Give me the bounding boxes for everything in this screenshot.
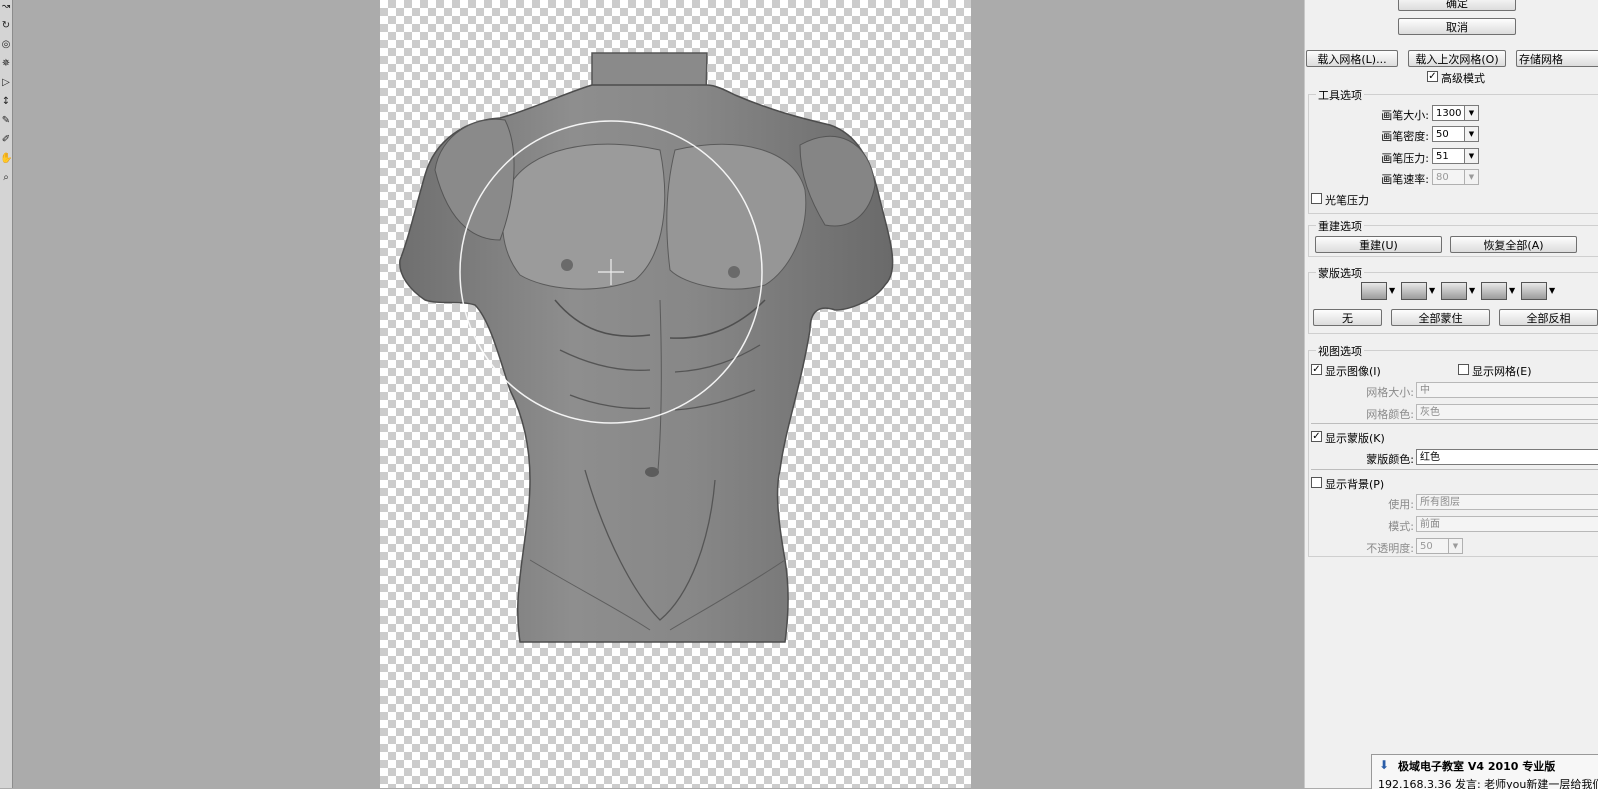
show-mesh-label: 显示网格(E) [1472, 365, 1532, 378]
mask-none-button[interactable]: 无 [1313, 309, 1382, 326]
liquify-toolbox: ↝ ↻ ◎ ✵ ▷ ↕ ✎ ✐ ✋ ⌕ [0, 0, 13, 788]
torso-image [399, 52, 894, 643]
mesh-size-value: 中 [1420, 385, 1430, 396]
mask-options-title: 蒙版选项 [1316, 265, 1364, 281]
stylus-pressure-checkbox[interactable] [1311, 193, 1322, 204]
mask-all-button[interactable]: 全部蒙住 [1391, 309, 1490, 326]
mesh-color-label: 网格颜色: [1366, 408, 1414, 421]
chevron-down-icon: ▼ [1448, 539, 1462, 553]
pucker-tool-icon[interactable]: ◎ [0, 38, 12, 52]
show-image-label: 显示图像(I) [1325, 365, 1381, 378]
reconstruct-options-title: 重建选项 [1316, 218, 1364, 234]
advanced-mode-label: 高级模式 [1441, 72, 1485, 85]
use-label: 使用: [1388, 498, 1414, 511]
brush-size-combo[interactable]: 1300 ▼ [1432, 105, 1479, 121]
brush-rate-value: 80 [1436, 172, 1449, 183]
mode-value: 前面 [1420, 519, 1440, 530]
save-mesh-button[interactable]: 存储网格 [1516, 50, 1598, 67]
load-last-mesh-button[interactable]: 载入上次网格(O) [1408, 50, 1506, 67]
mask-invert-icon [1521, 282, 1547, 300]
stylus-pressure-label: 光笔压力 [1325, 194, 1369, 207]
mesh-size-label: 网格大小: [1366, 386, 1414, 399]
mask-color-select[interactable]: 红色 [1416, 449, 1598, 465]
forward-warp-tool-icon[interactable]: ↝ [0, 0, 12, 14]
preview-canvas[interactable] [380, 0, 971, 788]
load-mesh-button[interactable]: 载入网格(L)... [1306, 50, 1398, 67]
freeze-mask-tool-icon[interactable]: ✎ [0, 114, 12, 128]
mesh-size-select: 中 [1416, 382, 1598, 398]
show-mask-label: 显示蒙版(K) [1325, 432, 1385, 445]
mask-replace-icon [1361, 282, 1387, 300]
brush-pressure-label: 画笔压力: [1381, 152, 1429, 165]
brush-size-label: 画笔大小: [1381, 109, 1429, 122]
chevron-down-icon[interactable]: ▼ [1429, 286, 1435, 295]
tool-options-title: 工具选项 [1316, 87, 1364, 103]
chevron-down-icon[interactable]: ▼ [1464, 106, 1478, 120]
preview-workspace [13, 0, 1293, 788]
opacity-label: 不透明度: [1366, 542, 1414, 555]
chevron-down-icon[interactable]: ▼ [1549, 286, 1555, 295]
mask-add-icon [1401, 282, 1427, 300]
opacity-combo: 50 ▼ [1416, 538, 1463, 554]
mode-label: 模式: [1388, 520, 1414, 533]
cancel-button[interactable]: 取消 [1398, 18, 1516, 35]
mesh-color-select: 灰色 [1416, 404, 1598, 420]
show-backdrop-checkbox[interactable] [1311, 477, 1322, 488]
notification-title: 极域电子教室 V4 2010 专业版 [1398, 760, 1556, 773]
broadcast-icon: ⬇ [1379, 758, 1390, 772]
mask-subtract-icon [1441, 282, 1467, 300]
ok-button[interactable]: 确定 [1398, 0, 1516, 11]
mesh-color-value: 灰色 [1420, 407, 1440, 418]
brush-density-value: 50 [1436, 129, 1449, 140]
use-value: 所有图层 [1420, 497, 1460, 508]
show-mask-checkbox[interactable]: ✓ [1311, 431, 1322, 442]
liquify-options-panel: 确定 取消 载入网格(L)... 载入上次网格(O) 存储网格 ✓ 高级模式 工… [1304, 0, 1598, 788]
chevron-down-icon[interactable]: ▼ [1464, 149, 1478, 163]
chevron-down-icon[interactable]: ▼ [1469, 286, 1475, 295]
classroom-notification[interactable]: ⬇ 极域电子教室 V4 2010 专业版 192.168.3.36 发言: 老师… [1371, 754, 1598, 789]
mask-color-label: 蒙版颜色: [1366, 453, 1414, 466]
divider [1311, 469, 1598, 470]
advanced-mode-checkbox[interactable]: ✓ [1427, 71, 1438, 82]
mode-select: 前面 [1416, 516, 1598, 532]
brush-pressure-combo[interactable]: 51 ▼ [1432, 148, 1479, 164]
mask-add-button[interactable]: ▼ [1401, 282, 1439, 300]
push-left-tool-icon[interactable]: ▷ [0, 76, 12, 90]
opacity-value: 50 [1420, 541, 1433, 552]
show-backdrop-label: 显示背景(P) [1325, 478, 1385, 491]
mask-intersect-icon [1481, 282, 1507, 300]
brush-pressure-value: 51 [1436, 151, 1449, 162]
chevron-down-icon[interactable]: ▼ [1389, 286, 1395, 295]
bloat-tool-icon[interactable]: ✵ [0, 57, 12, 71]
brush-density-label: 画笔密度: [1381, 130, 1429, 143]
brush-rate-label: 画笔速率: [1381, 173, 1429, 186]
hand-tool-icon[interactable]: ✋ [0, 152, 12, 166]
use-select: 所有图层 [1416, 494, 1598, 510]
zoom-tool-icon[interactable]: ⌕ [0, 171, 12, 185]
restore-all-button[interactable]: 恢复全部(A) [1450, 236, 1577, 253]
mask-intersect-button[interactable]: ▼ [1481, 282, 1519, 300]
mirror-tool-icon[interactable]: ↕ [0, 95, 12, 109]
chevron-down-icon[interactable]: ▼ [1464, 127, 1478, 141]
twirl-clockwise-tool-icon[interactable]: ↻ [0, 19, 12, 33]
show-image-checkbox[interactable]: ✓ [1311, 364, 1322, 375]
show-mesh-checkbox[interactable] [1458, 364, 1469, 375]
brush-size-value: 1300 [1436, 108, 1462, 119]
thaw-mask-tool-icon[interactable]: ✐ [0, 133, 12, 147]
reconstruct-button[interactable]: 重建(U) [1315, 236, 1442, 253]
notification-message: 192.168.3.36 发言: 老师you新建一层给我们 [1378, 778, 1598, 789]
view-options-title: 视图选项 [1316, 343, 1364, 359]
chevron-down-icon: ▼ [1464, 170, 1478, 184]
chevron-down-icon[interactable]: ▼ [1509, 286, 1515, 295]
brush-density-combo[interactable]: 50 ▼ [1432, 126, 1479, 142]
divider [1311, 423, 1598, 424]
brush-rate-combo: 80 ▼ [1432, 169, 1479, 185]
mask-invert-button[interactable]: ▼ [1521, 282, 1559, 300]
invert-all-button[interactable]: 全部反相 [1499, 309, 1598, 326]
mask-replace-button[interactable]: ▼ [1361, 282, 1399, 300]
mask-color-value: 红色 [1420, 452, 1440, 463]
mask-subtract-button[interactable]: ▼ [1441, 282, 1479, 300]
